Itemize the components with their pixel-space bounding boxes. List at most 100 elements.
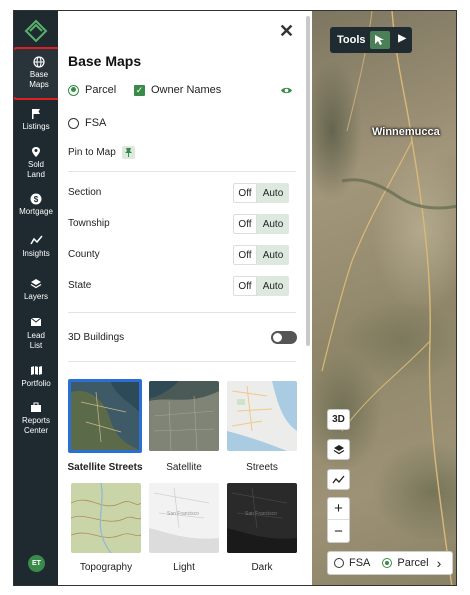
divider [68, 171, 296, 172]
insights-map-button[interactable] [327, 469, 350, 490]
sidebar-item-label: Sold Land [27, 160, 45, 179]
topography-thumbnail [71, 483, 141, 553]
sidebar-item-label: Lead List [27, 331, 45, 350]
mail-icon [30, 317, 42, 326]
zoom-out-button[interactable]: − [328, 520, 349, 542]
tools-label: Tools [337, 34, 366, 46]
township-auto-button[interactable]: Auto [257, 214, 289, 234]
eye-icon[interactable] [280, 86, 293, 95]
sidebar-item-mortgage[interactable]: $ Mortgage [14, 193, 58, 217]
panel-title: Base Maps [68, 53, 142, 69]
cursor-icon[interactable] [370, 31, 390, 49]
pushpin-icon[interactable] [121, 146, 135, 159]
flag-icon [32, 109, 40, 119]
pin-to-map[interactable]: Pin to Map [68, 146, 135, 159]
trend-icon [332, 475, 345, 483]
dark-thumbnail: San Francisco [227, 483, 297, 553]
style-label: Streets [246, 462, 278, 473]
chevron-right-icon[interactable]: ▶ [398, 33, 406, 44]
sidebar-item-listings[interactable]: Listings [14, 108, 58, 132]
sidebar-item-label: Mortgage [19, 207, 53, 216]
fsa-radio[interactable] [334, 558, 344, 568]
sidebar-item-label: Insights [22, 249, 50, 258]
layer-toggle: FSA Parcel › [327, 551, 453, 575]
satellite-streets-thumbnail [71, 382, 139, 450]
sidebar-item-lead-list[interactable]: Lead List [14, 317, 58, 351]
county-toggle: Off Auto [233, 245, 289, 265]
fsa-toggle-label[interactable]: FSA [349, 557, 370, 569]
parcel-option[interactable]: Parcel [68, 84, 116, 96]
county-auto-button[interactable]: Auto [257, 245, 289, 265]
3d-buildings-label: 3D Buildings [68, 332, 125, 343]
style-label: Topography [79, 562, 133, 573]
sidebar-item-sold-land[interactable]: Sold Land [14, 146, 58, 180]
township-label: Township [68, 218, 110, 229]
zoom-in-button[interactable]: + [328, 498, 349, 520]
layers-button[interactable] [327, 439, 350, 460]
sidebar-item-insights[interactable]: Insights [14, 235, 58, 259]
3d-buildings-toggle[interactable] [271, 331, 297, 344]
county-label: County [68, 249, 100, 260]
zoom-control: + − [327, 497, 350, 543]
style-label: Satellite [166, 462, 202, 473]
globe-icon [33, 56, 45, 68]
owner-names-checkbox[interactable]: ✓ [134, 84, 145, 96]
style-dark[interactable]: San Francisco [227, 483, 297, 553]
section-toggle: Off Auto [233, 183, 289, 203]
state-label: State [68, 280, 92, 291]
satellite-thumbnail [149, 381, 219, 451]
fsa-radio[interactable] [68, 117, 79, 129]
light-thumbnail: San Francisco [149, 483, 219, 553]
layers-icon [30, 279, 42, 289]
state-toggle: Off Auto [233, 276, 289, 296]
divider [68, 312, 296, 313]
briefcase-icon [31, 402, 41, 412]
sidebar: Base Maps Listings Sold Land $ Mortgage … [14, 11, 64, 585]
sidebar-item-reports-center[interactable]: Reports Center [14, 402, 58, 436]
sidebar-item-label: Base Maps [29, 70, 49, 89]
county-off-button[interactable]: Off [233, 245, 257, 265]
parcel-radio[interactable] [68, 84, 79, 96]
map-icon [30, 366, 42, 375]
sidebar-item-label: Portfolio [21, 379, 51, 388]
panel-scrollbar[interactable] [306, 16, 310, 346]
tools-menu[interactable]: Tools ▶ [330, 27, 412, 53]
style-light[interactable]: San Francisco [149, 483, 219, 553]
layers-icon [333, 444, 344, 454]
sidebar-item-base-maps[interactable]: Base Maps [16, 56, 62, 90]
pin-to-map-label: Pin to Map [68, 147, 116, 158]
owner-names-label: Owner Names [151, 84, 222, 96]
style-satellite-streets[interactable] [68, 379, 142, 453]
style-streets[interactable] [227, 381, 297, 451]
sidebar-item-layers[interactable]: Layers [14, 278, 58, 302]
section-label: Section [68, 187, 102, 198]
fsa-label: FSA [85, 117, 107, 129]
style-label: Dark [251, 562, 273, 573]
divider [68, 361, 296, 362]
close-icon[interactable]: ✕ [279, 21, 294, 42]
state-off-button[interactable]: Off [233, 276, 257, 296]
fsa-option[interactable]: FSA [68, 117, 106, 129]
base-maps-panel: ✕ Base Maps Parcel ✓ Owner Names FSA Pin… [58, 11, 312, 585]
sidebar-item-label: Layers [23, 292, 48, 301]
3d-button[interactable]: 3D [327, 409, 350, 430]
style-satellite[interactable] [149, 381, 219, 451]
parcel-label: Parcel [85, 84, 117, 96]
section-auto-button[interactable]: Auto [257, 183, 289, 203]
logo-icon[interactable] [24, 19, 48, 43]
section-off-button[interactable]: Off [233, 183, 257, 203]
parcel-radio[interactable] [382, 558, 393, 568]
township-off-button[interactable]: Off [233, 214, 257, 234]
state-auto-button[interactable]: Auto [257, 276, 289, 296]
sidebar-item-portfolio[interactable]: Portfolio [14, 365, 58, 389]
style-topography[interactable] [71, 483, 141, 553]
streets-thumbnail [227, 381, 297, 451]
app-frame: Winnemucca Tools ▶ 3D + − FSA Parcel › B… [13, 10, 457, 586]
owner-names-option[interactable]: ✓ Owner Names [134, 84, 221, 96]
svg-text:San Francisco: San Francisco [167, 511, 199, 517]
sidebar-item-label: Listings [22, 122, 50, 131]
avatar[interactable]: ET [28, 555, 45, 572]
chevron-right-icon[interactable]: › [437, 555, 442, 571]
parcel-toggle-label[interactable]: Parcel [397, 557, 428, 569]
svg-text:San Francisco: San Francisco [245, 511, 277, 517]
